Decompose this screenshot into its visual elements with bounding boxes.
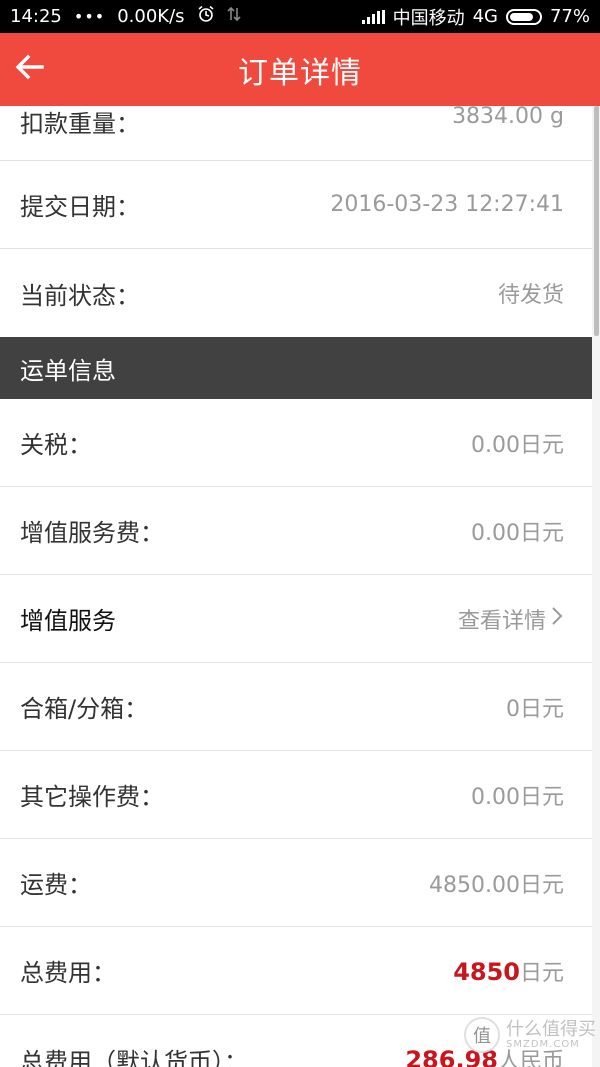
row-value: 0日元 <box>506 696 564 722</box>
order-detail-list[interactable]: 扣款重量： 3834.00 g 提交日期： 2016-03-23 12:27:4… <box>0 106 592 1067</box>
row-value: 0.00日元 <box>471 520 564 546</box>
data-arrows-icon <box>226 6 241 27</box>
row-value: 2016-03-23 12:27:41 <box>330 192 564 217</box>
row-label: 合箱/分箱： <box>20 695 149 723</box>
row-tariff: 关税： 0.00日元 <box>0 399 592 487</box>
alarm-icon <box>197 5 215 28</box>
view-details-label: 查看详情 <box>457 608 546 634</box>
row-label: 其它操作费： <box>20 783 164 811</box>
row-value: 3834.00 g <box>452 106 564 129</box>
status-speed: 0.00K/s <box>117 6 185 27</box>
row-label: 当前状态： <box>20 281 140 310</box>
row-label: 扣款重量： <box>20 110 140 138</box>
row-value-added-fee: 增值服务费： 0.00日元 <box>0 487 592 575</box>
watermark-url: SMZDM.COM <box>506 1039 580 1051</box>
arrow-left-icon <box>14 51 46 87</box>
status-time: 14:25 <box>10 6 62 27</box>
row-value: 待发货 <box>497 283 564 308</box>
row-label: 提交日期： <box>20 193 140 221</box>
row-value-added-service[interactable]: 增值服务 查看详情 <box>0 575 592 663</box>
row-current-status: 当前状态： 待发货 <box>0 249 592 337</box>
row-submit-date: 提交日期： 2016-03-23 12:27:41 <box>0 161 592 249</box>
row-label: 运费： <box>20 871 92 899</box>
total-amount: 4850 <box>453 957 520 986</box>
watermark-name: 什么值得买 <box>506 1018 596 1040</box>
row-shipping-fee: 运费： 4850.00日元 <box>0 839 592 927</box>
section-title: 运单信息 <box>20 356 116 385</box>
status-dots: ••• <box>73 7 106 26</box>
row-other-fee: 其它操作费： 0.00日元 <box>0 751 592 839</box>
scrollbar-thumb[interactable] <box>594 106 599 336</box>
row-label: 总费用： <box>20 959 116 987</box>
row-value: 0.00日元 <box>471 784 564 810</box>
back-button[interactable] <box>10 49 50 89</box>
total-unit: 日元 <box>519 960 564 986</box>
section-header-waybill: 运单信息 <box>0 337 592 399</box>
signal-icon <box>361 9 385 24</box>
row-label: 关税： <box>20 431 92 459</box>
row-merge-split: 合箱/分箱： 0日元 <box>0 663 592 751</box>
row-value: 0.00日元 <box>471 432 564 458</box>
scrollbar[interactable] <box>592 106 600 1067</box>
row-value: 4850.00日元 <box>429 872 564 898</box>
watermark-logo-icon: 值 <box>464 1017 500 1053</box>
chevron-right-icon <box>550 606 564 632</box>
watermark: 值 什么值得买 SMZDM.COM <box>464 1017 596 1053</box>
battery-icon <box>505 8 542 25</box>
row-label: 增值服务费： <box>20 519 164 547</box>
app-bar: 订单详情 <box>0 33 600 106</box>
status-carrier: 中国移动 <box>392 7 465 29</box>
row-value: 4850日元 <box>453 955 564 987</box>
status-bar: 14:25 ••• 0.00K/s 中国移动 4G 77% <box>0 0 600 33</box>
row-total-fee: 总费用： 4850日元 <box>0 927 592 1015</box>
status-network: 4G <box>472 6 498 27</box>
row-label: 增值服务 <box>20 607 116 635</box>
row-label: 总费用（默认货币）： <box>20 1047 248 1067</box>
page-title: 订单详情 <box>238 55 362 91</box>
view-details-link[interactable]: 查看详情 <box>458 603 564 635</box>
status-battery: 77% <box>549 6 590 27</box>
row-deduct-weight: 扣款重量： 3834.00 g <box>0 106 592 161</box>
